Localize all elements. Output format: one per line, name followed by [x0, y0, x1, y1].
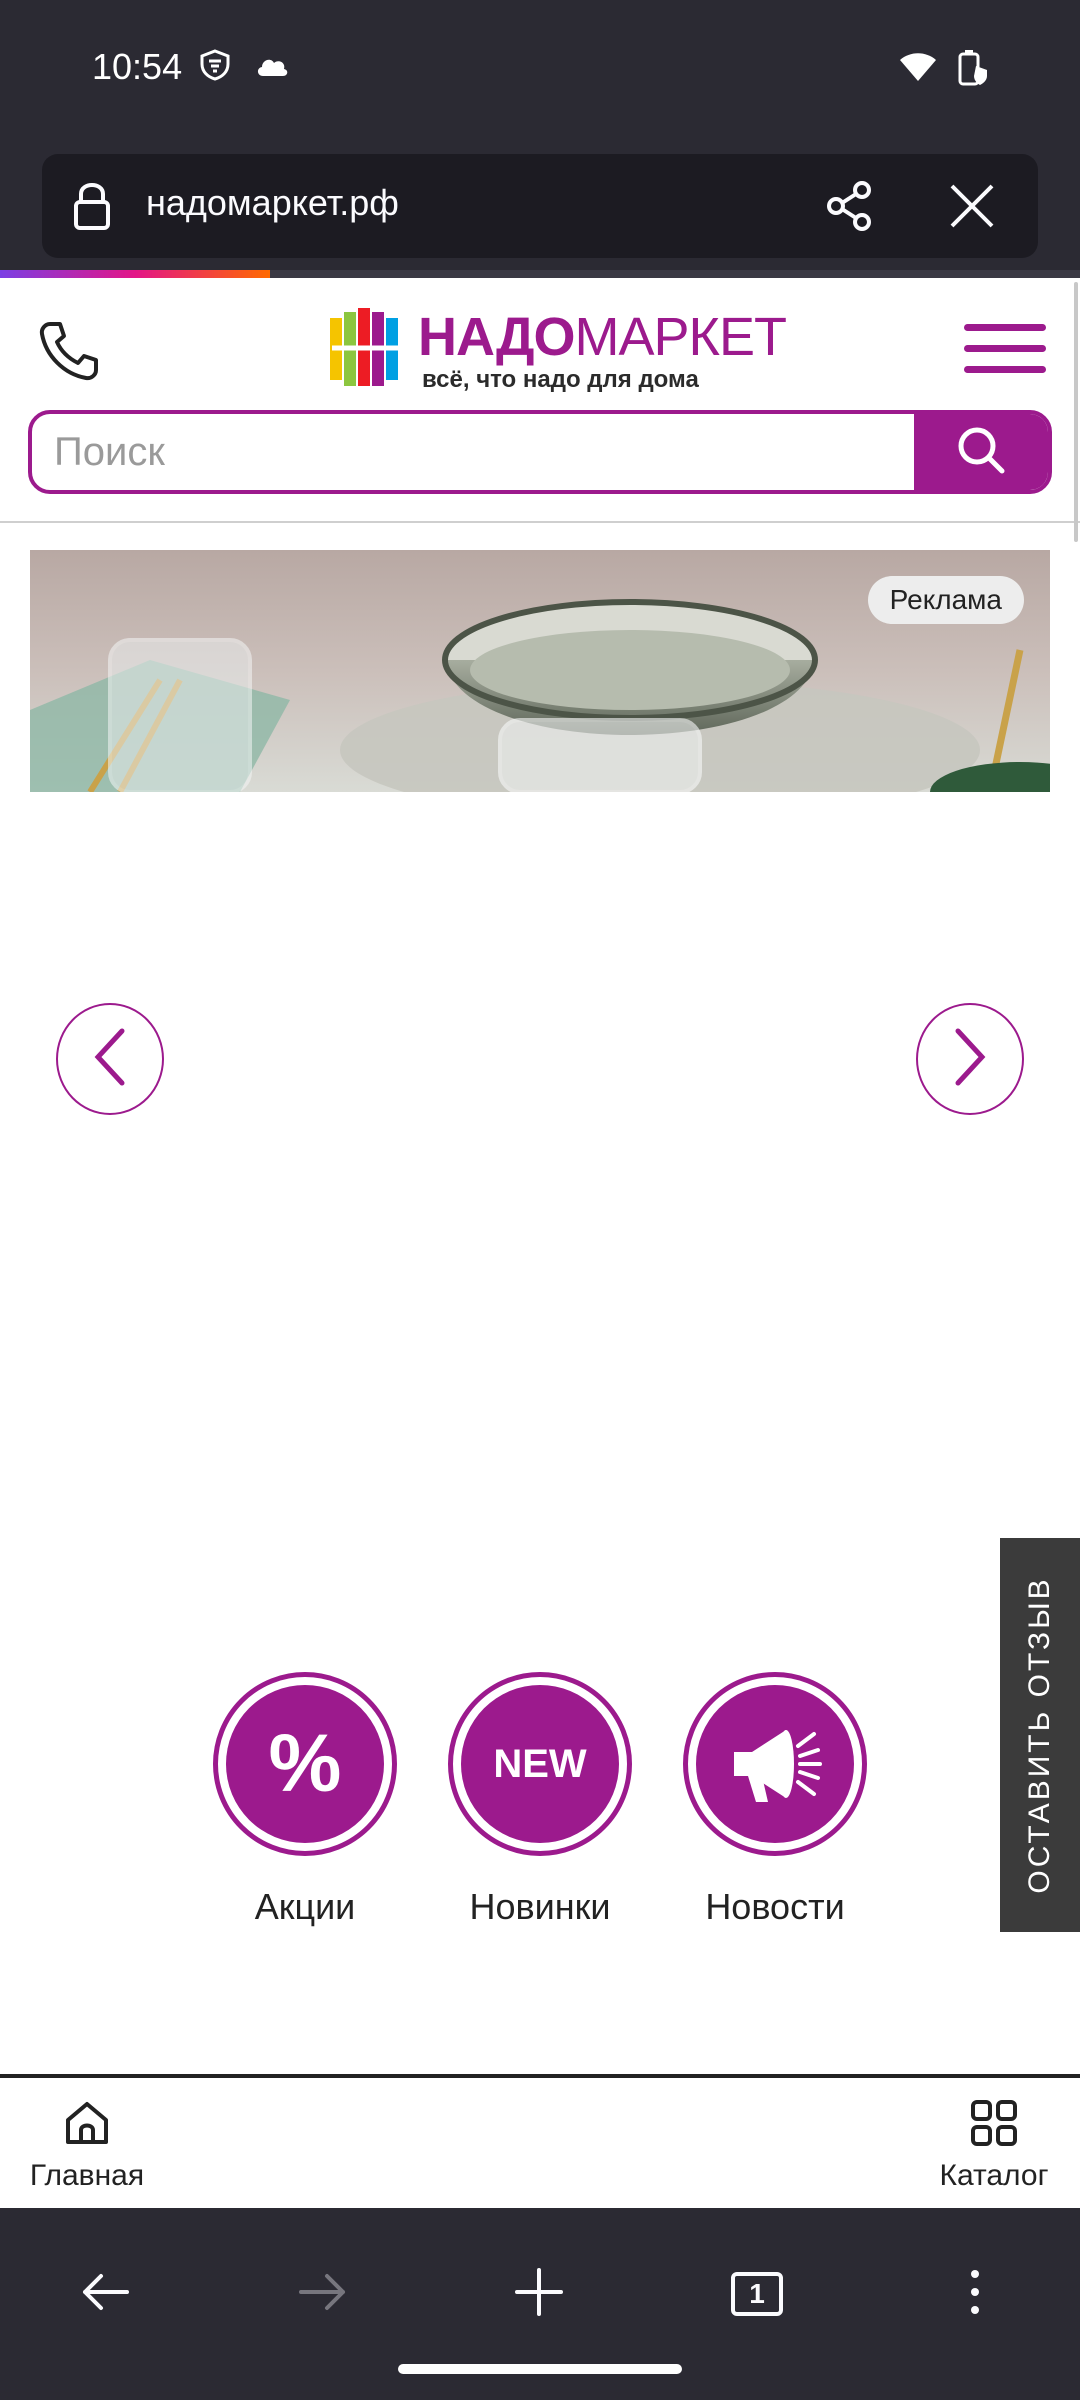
- percent-badge-text: %: [268, 1718, 342, 1809]
- arrow-right-icon: [297, 2272, 349, 2317]
- slider-next-button[interactable]: [916, 1003, 1024, 1115]
- vpn-shield-icon: [198, 48, 232, 87]
- status-icons-left: [198, 48, 290, 87]
- more-menu-button[interactable]: [930, 2264, 1020, 2324]
- gesture-bar[interactable]: [398, 2364, 682, 2374]
- ad-label: Реклама: [867, 576, 1024, 624]
- megaphone-icon: [696, 1685, 854, 1843]
- status-time: 10:54: [92, 46, 183, 87]
- cloud-icon: [254, 52, 290, 83]
- hamburger-menu-icon[interactable]: [964, 324, 1046, 380]
- browser-toolbar: надомаркет.рф: [0, 140, 1080, 270]
- status-bar: 10:54: [0, 0, 1080, 140]
- logo-mark-icon: [328, 304, 410, 395]
- search-button[interactable]: [914, 414, 1048, 490]
- url-text[interactable]: надомаркет.рф: [146, 182, 399, 224]
- phone-icon[interactable]: [36, 318, 102, 384]
- site-header: НАДОМАРКЕТ всё, что надо для дома: [0, 278, 1080, 523]
- status-icons-right: [898, 48, 990, 91]
- quick-link-label: Новинки: [469, 1886, 611, 1927]
- search-icon: [955, 424, 1007, 481]
- nav-catalog[interactable]: Каталог: [924, 2098, 1064, 2193]
- quick-link-circle: NEW: [448, 1672, 632, 1856]
- quick-link-circle: [683, 1672, 867, 1856]
- tab-counter-icon: 1: [731, 2272, 783, 2316]
- new-badge-icon: NEW: [461, 1685, 619, 1843]
- logo-name-light: МАРКЕТ: [574, 307, 786, 367]
- chevron-left-icon: [88, 1025, 132, 1094]
- battery-saver-icon: [956, 48, 990, 91]
- arrow-left-icon: [79, 2272, 131, 2317]
- wifi-icon: [898, 51, 938, 88]
- share-icon[interactable]: [820, 176, 880, 236]
- percent-icon: %: [226, 1685, 384, 1843]
- quick-link-circle: %: [213, 1672, 397, 1856]
- quick-link-new-arrivals[interactable]: NEW Новинки: [445, 1672, 635, 1928]
- search-bar: [28, 410, 1052, 494]
- slider-prev-button[interactable]: [56, 1003, 164, 1115]
- new-badge-text: NEW: [493, 1741, 587, 1786]
- quick-link-label: Акции: [254, 1886, 356, 1927]
- nav-home[interactable]: Главная: [22, 2098, 152, 2193]
- address-bar[interactable]: надомаркет.рф: [42, 154, 1038, 258]
- quick-link-promotions[interactable]: % Акции: [210, 1672, 400, 1928]
- page-scrollbar[interactable]: [1074, 282, 1078, 542]
- grid-icon: [969, 2100, 1019, 2152]
- search-input[interactable]: [32, 414, 918, 490]
- nav-catalog-label: Каталог: [939, 2159, 1049, 2192]
- feedback-tab-label: ОСТАВИТЬ ОТЗЫВ: [1023, 1576, 1056, 1894]
- promo-banner[interactable]: Реклама: [30, 550, 1050, 792]
- site-bottom-nav: Главная Каталог: [0, 2074, 1080, 2208]
- lock-icon[interactable]: [72, 180, 112, 237]
- logo-name: НАДОМАРКЕТ: [418, 306, 787, 368]
- tabs-button[interactable]: 1: [712, 2264, 802, 2324]
- three-dots-vertical-icon: [969, 2268, 981, 2321]
- page-load-progress: [0, 270, 1080, 278]
- logo-name-bold: НАДО: [418, 307, 575, 367]
- nav-home-label: Главная: [29, 2159, 145, 2192]
- progress-fill: [0, 270, 270, 278]
- quick-links: % Акции NEW Новинки Новости: [210, 1672, 870, 1932]
- forward-button[interactable]: [278, 2264, 368, 2324]
- back-button[interactable]: [60, 2264, 150, 2324]
- plus-icon: [514, 2267, 564, 2322]
- logo-tagline: всё, что надо для дома: [422, 366, 699, 393]
- close-icon[interactable]: [942, 176, 1002, 236]
- tab-count: 1: [749, 2278, 765, 2309]
- new-tab-button[interactable]: [494, 2264, 584, 2324]
- site-logo[interactable]: НАДОМАРКЕТ всё, что надо для дома: [328, 302, 787, 395]
- quick-link-label: Новости: [705, 1886, 845, 1927]
- chevron-right-icon: [948, 1025, 992, 1094]
- feedback-tab[interactable]: ОСТАВИТЬ ОТЗЫВ: [1000, 1538, 1080, 1932]
- quick-link-news[interactable]: Новости: [680, 1672, 870, 1928]
- home-icon: [62, 2102, 112, 2152]
